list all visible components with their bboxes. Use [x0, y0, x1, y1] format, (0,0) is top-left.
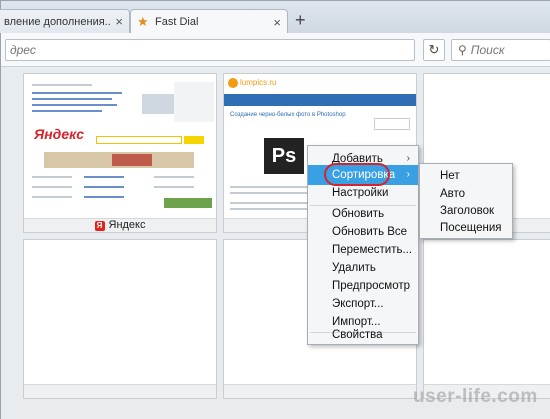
tab-fast-dial[interactable]: ★ Fast Dial ×	[130, 9, 288, 34]
menu-label: Свойства	[332, 329, 383, 341]
menu-item-delete[interactable]: Удалить	[308, 258, 418, 278]
tab-strip: вление дополнения... × ★ Fast Dial × +	[0, 1, 550, 34]
dial-tile-empty[interactable]	[423, 239, 550, 399]
browser-window: вление дополнения... × ★ Fast Dial × + ↻…	[0, 0, 550, 419]
menu-item-settings[interactable]: Настройки	[308, 183, 418, 203]
ps-logo-text: Ps	[271, 145, 297, 167]
menu-label: Обновить	[332, 208, 385, 220]
menu-label: Посещения	[440, 222, 502, 234]
highlight-ring	[324, 163, 390, 186]
tile-caption	[24, 384, 216, 398]
submenu-item-none[interactable]: Нет	[420, 166, 512, 186]
menu-item-refresh-all[interactable]: Обновить Все	[308, 222, 418, 242]
chevron-right-icon: ›	[406, 169, 410, 180]
watermark: user-life.com	[413, 386, 538, 407]
submenu-item-visits[interactable]: Посещения	[420, 218, 512, 238]
site-name: lumpics.ru	[240, 78, 277, 87]
menu-label: Переместить...	[332, 244, 413, 256]
menu-item-properties[interactable]: Свойства	[308, 325, 418, 345]
menu-label: Авто	[440, 188, 466, 200]
fast-dial-icon: ★	[137, 14, 149, 29]
tile-caption: Я Яндекс	[24, 218, 216, 232]
tab-title: Fast Dial	[155, 16, 199, 28]
tab-title: вление дополнения...	[4, 15, 112, 28]
dial-tile-empty[interactable]	[23, 239, 217, 399]
search-icon: ⚲	[458, 43, 467, 57]
close-icon[interactable]: ×	[273, 15, 281, 30]
menu-item-export[interactable]: Экспорт...	[308, 294, 418, 314]
close-icon[interactable]: ×	[115, 14, 123, 29]
menu-label: Настройки	[332, 187, 389, 199]
dial-tile-yandex[interactable]: Яндекс Я Яндекс	[23, 73, 217, 233]
menu-item-preview[interactable]: Предпросмотр	[308, 276, 418, 296]
menu-label: Заголовок	[440, 205, 495, 217]
menu-label: Обновить Все	[332, 226, 408, 238]
photoshop-logo: Ps	[264, 138, 304, 174]
address-bar[interactable]	[5, 39, 415, 61]
menu-label: Удалить	[332, 262, 376, 274]
search-bar[interactable]: ⚲	[451, 39, 550, 61]
speed-dial-grid: Яндекс Я Яндекс lumpics.ru Создание черн…	[1, 67, 550, 419]
navigation-toolbar: ↻ ⚲	[1, 33, 550, 67]
tile-thumbnail: Яндекс	[24, 74, 216, 218]
tab-extension-management[interactable]: вление дополнения... ×	[0, 9, 130, 33]
sort-submenu: Нет Авто Заголовок Посещения	[419, 163, 513, 239]
menu-label: Экспорт...	[332, 298, 384, 310]
new-tab-icon[interactable]: +	[295, 11, 306, 29]
menu-item-move[interactable]: Переместить...	[308, 240, 418, 260]
search-input[interactable]	[466, 40, 537, 60]
yandex-icon: Я	[94, 221, 105, 231]
address-input[interactable]	[6, 40, 386, 60]
article-heading: Создание черно-белых фото в Photoshop	[230, 112, 346, 118]
tile-caption	[224, 384, 416, 398]
menu-label: Предпросмотр	[332, 280, 410, 292]
tile-title: Яндекс	[108, 219, 146, 231]
reload-icon[interactable]: ↻	[423, 39, 445, 61]
menu-item-refresh[interactable]: Обновить	[308, 204, 418, 224]
menu-label: Нет	[440, 170, 460, 182]
